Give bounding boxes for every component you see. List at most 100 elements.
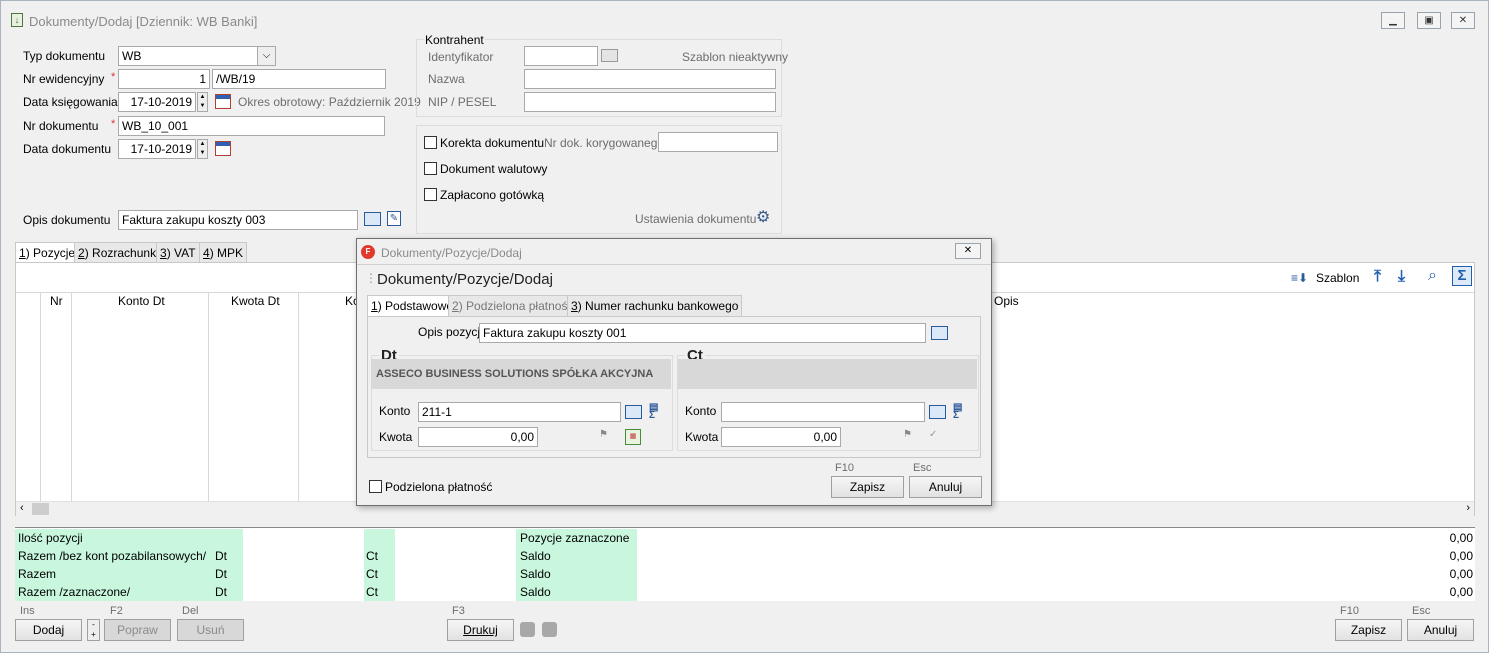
- opis-pozycji-input[interactable]: Faktura zakupu koszty 001: [479, 323, 926, 343]
- tab-rozrachunki[interactable]: 2) Rozrachunki: [74, 242, 163, 263]
- data-ksiegowania-input[interactable]: 17-10-2019: [118, 92, 196, 112]
- korekta-checkbox[interactable]: [424, 136, 437, 149]
- summary-value: 0,00: [1449, 567, 1473, 581]
- data-dokumentu-input[interactable]: 17-10-2019: [118, 139, 196, 159]
- typ-dokumentu-value: WB: [122, 49, 142, 63]
- podzielona-checkbox[interactable]: [369, 480, 382, 493]
- search-icon[interactable]: ⌕: [1428, 267, 1437, 285]
- summary-row-label: Ilość pozycji: [15, 529, 213, 547]
- col-kwota-dt[interactable]: Kwota Dt: [231, 294, 280, 308]
- chevron-down-icon[interactable]: ⌵: [257, 47, 275, 65]
- nr-ewidencyjny-suffix-input[interactable]: /WB/19: [212, 69, 386, 89]
- szablon-status: Szablon nieaktywny: [682, 50, 789, 64]
- summary-dt: Dt: [213, 583, 243, 601]
- zapisz-button[interactable]: Zapisz: [1335, 619, 1402, 641]
- rates-icon[interactable]: ▦: [625, 429, 641, 445]
- summary-row-label: Razem /zaznaczone/: [15, 583, 213, 601]
- szablon-button[interactable]: Szablon: [1316, 271, 1359, 285]
- identyfikator-input[interactable]: [524, 46, 598, 66]
- ct-konto-input[interactable]: [721, 402, 925, 422]
- add-options-spinner[interactable]: - +: [87, 619, 100, 641]
- required-mark: *: [111, 71, 116, 83]
- nip-input[interactable]: [524, 92, 776, 112]
- folder-icon[interactable]: [929, 405, 946, 419]
- mpk-icon[interactable]: ⚑: [599, 429, 617, 445]
- dt-kwota-input[interactable]: 0,00: [418, 427, 538, 447]
- dialog-zapisz-button[interactable]: Zapisz: [831, 476, 904, 498]
- kontrahent-title: Kontrahent: [424, 33, 485, 47]
- print-icon[interactable]: [542, 622, 557, 637]
- summary-value: 0,00: [1449, 531, 1473, 545]
- opis-dokumentu-input[interactable]: Faktura zakupu koszty 003: [118, 210, 358, 230]
- folder-icon[interactable]: [601, 49, 618, 62]
- tab-mpk[interactable]: 4) MPK: [199, 242, 248, 263]
- dt-konto-input[interactable]: 211-1: [418, 402, 621, 422]
- gotowka-checkbox[interactable]: [424, 188, 437, 201]
- folder-icon[interactable]: [364, 212, 381, 226]
- popraw-button[interactable]: Popraw: [104, 619, 171, 641]
- drukuj-button[interactable]: Drukuj: [447, 619, 514, 641]
- ct-kwota-input[interactable]: 0,00: [721, 427, 841, 447]
- dodaj-button[interactable]: Dodaj: [15, 619, 82, 641]
- calendar-icon[interactable]: [215, 94, 231, 109]
- col-konto-dt[interactable]: Konto Dt: [118, 294, 165, 308]
- identyfikator-label: Identyfikator: [428, 50, 494, 64]
- maximize-button[interactable]: ▣: [1417, 12, 1441, 29]
- summary-ct: Ct: [364, 547, 395, 565]
- rates-icon[interactable]: ✓: [929, 429, 945, 445]
- close-button[interactable]: ✕: [1451, 12, 1475, 29]
- dialog-close-button[interactable]: ✕: [955, 243, 981, 259]
- template-icon[interactable]: ≡⬇: [1291, 271, 1308, 285]
- typ-dokumentu-select[interactable]: WB ⌵: [118, 46, 276, 66]
- dialog-anuluj-button[interactable]: Anuluj: [909, 476, 982, 498]
- summary-dt: Dt: [213, 547, 243, 565]
- dialog-tab-rachunek[interactable]: 3) Numer rachunku bankowego: [567, 295, 743, 316]
- nr-ewidencyjny-number-input[interactable]: 1: [118, 69, 210, 89]
- account-plan-icon[interactable]: ▤ Σ: [649, 403, 665, 421]
- window-title: Dokumenty/Dodaj [Dziennik: WB Banki]: [29, 14, 258, 29]
- dt-kwota-label: Kwota: [379, 430, 413, 444]
- nr-dokumentu-input[interactable]: WB_10_001: [118, 116, 385, 136]
- gear-icon[interactable]: ⚙: [756, 210, 770, 226]
- edit-icon[interactable]: ✎: [387, 211, 401, 226]
- ustawienia-label[interactable]: Ustawienia dokumentu: [635, 212, 756, 226]
- calendar-icon[interactable]: [215, 141, 231, 156]
- app-icon: F: [361, 245, 375, 259]
- usun-button[interactable]: Usuń: [177, 619, 244, 641]
- nazwa-input[interactable]: [524, 69, 776, 89]
- tab-key: 2: [78, 246, 85, 260]
- anuluj-button[interactable]: Anuluj: [1407, 619, 1474, 641]
- minimize-button[interactable]: ▁: [1381, 12, 1405, 29]
- col-opis[interactable]: Opis: [994, 294, 1019, 308]
- dialog-tab-podstawowe[interactable]: 1) Podstawowe: [367, 295, 458, 318]
- tab-key: 1: [19, 246, 26, 260]
- print-preview-icon[interactable]: [520, 622, 535, 637]
- date-spinner[interactable]: ▲ ▼: [197, 139, 208, 159]
- title-bar: ↓ Dokumenty/Dodaj [Dziennik: WB Banki] ▁…: [1, 1, 1488, 39]
- f10-key-hint: F10: [835, 462, 854, 474]
- folder-icon[interactable]: [625, 405, 642, 419]
- scroll-right-icon[interactable]: ›: [1466, 502, 1470, 514]
- f3-key-hint: F3: [452, 605, 465, 617]
- sum-icon[interactable]: Σ: [1452, 266, 1472, 286]
- move-bottom-icon[interactable]: ⤓: [1398, 268, 1405, 286]
- required-mark: *: [111, 118, 116, 130]
- walutowy-checkbox[interactable]: [424, 162, 437, 175]
- scroll-thumb[interactable]: [32, 503, 49, 515]
- nr-dok-korygowanego-input[interactable]: [658, 132, 778, 152]
- nr-ewidencyjny-label: Nr ewidencyjny: [23, 72, 105, 86]
- dialog-tab-podzielona[interactable]: 2) Podzielona płatność: [448, 295, 578, 316]
- folder-icon[interactable]: [931, 326, 948, 340]
- tab-vat[interactable]: 3) VAT: [156, 242, 200, 263]
- col-nr[interactable]: Nr: [50, 294, 63, 308]
- tab-key: 1: [371, 299, 378, 313]
- mpk-icon[interactable]: ⚑: [903, 429, 921, 445]
- app-icon: ↓: [11, 13, 23, 27]
- account-plan-icon[interactable]: ▤ Σ: [953, 403, 969, 421]
- tab-key: 3: [571, 299, 578, 313]
- scroll-left-icon[interactable]: ‹: [20, 502, 24, 514]
- summary-dt: [213, 529, 243, 547]
- move-top-icon[interactable]: ⤒: [1374, 268, 1381, 286]
- dialog-title: Dokumenty/Pozycje/Dodaj: [381, 246, 522, 260]
- date-spinner[interactable]: ▲ ▼: [197, 92, 208, 112]
